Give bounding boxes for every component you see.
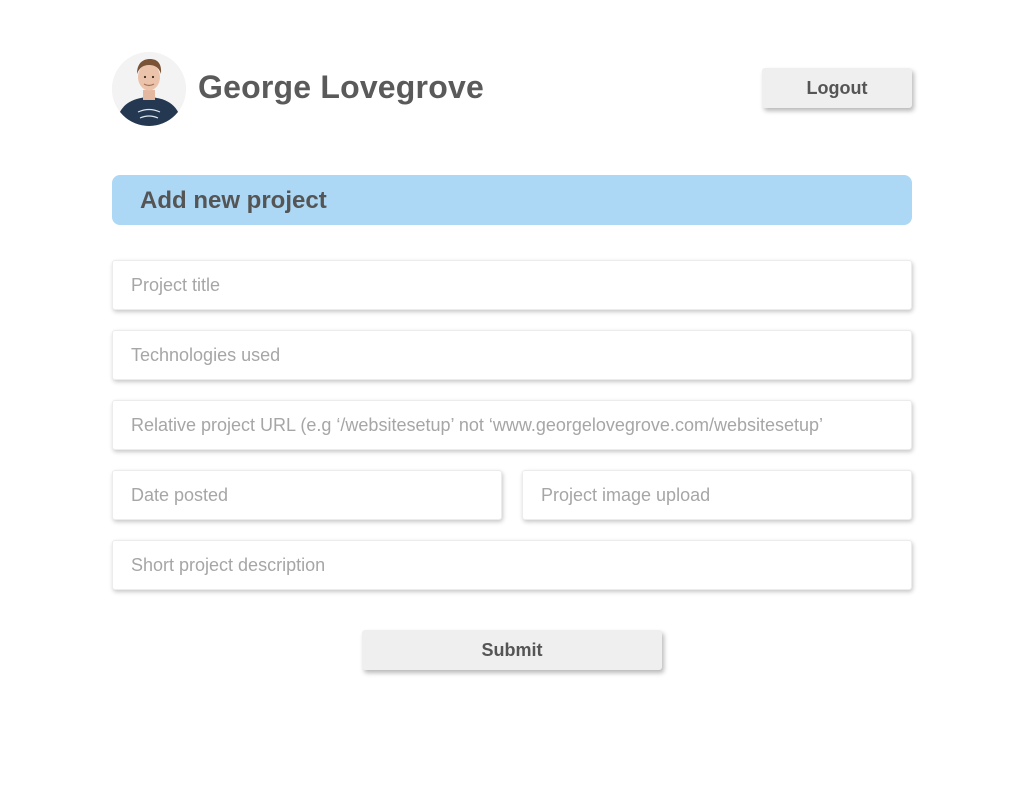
- date-posted-input[interactable]: [112, 470, 502, 520]
- user-avatar-icon: [112, 52, 186, 126]
- logout-button[interactable]: Logout: [762, 68, 912, 108]
- relative-url-input[interactable]: [112, 400, 912, 450]
- header: George Lovegrove Logout: [112, 52, 912, 126]
- submit-button[interactable]: Submit: [362, 630, 662, 670]
- avatar: [112, 52, 186, 126]
- project-title-input[interactable]: [112, 260, 912, 310]
- short-description-input[interactable]: [112, 540, 912, 590]
- image-upload-input[interactable]: [522, 470, 912, 520]
- section-banner: Add new project: [112, 175, 912, 225]
- section-title: Add new project: [140, 187, 327, 214]
- user-name: George Lovegrove: [198, 69, 484, 105]
- technologies-used-input[interactable]: [112, 330, 912, 380]
